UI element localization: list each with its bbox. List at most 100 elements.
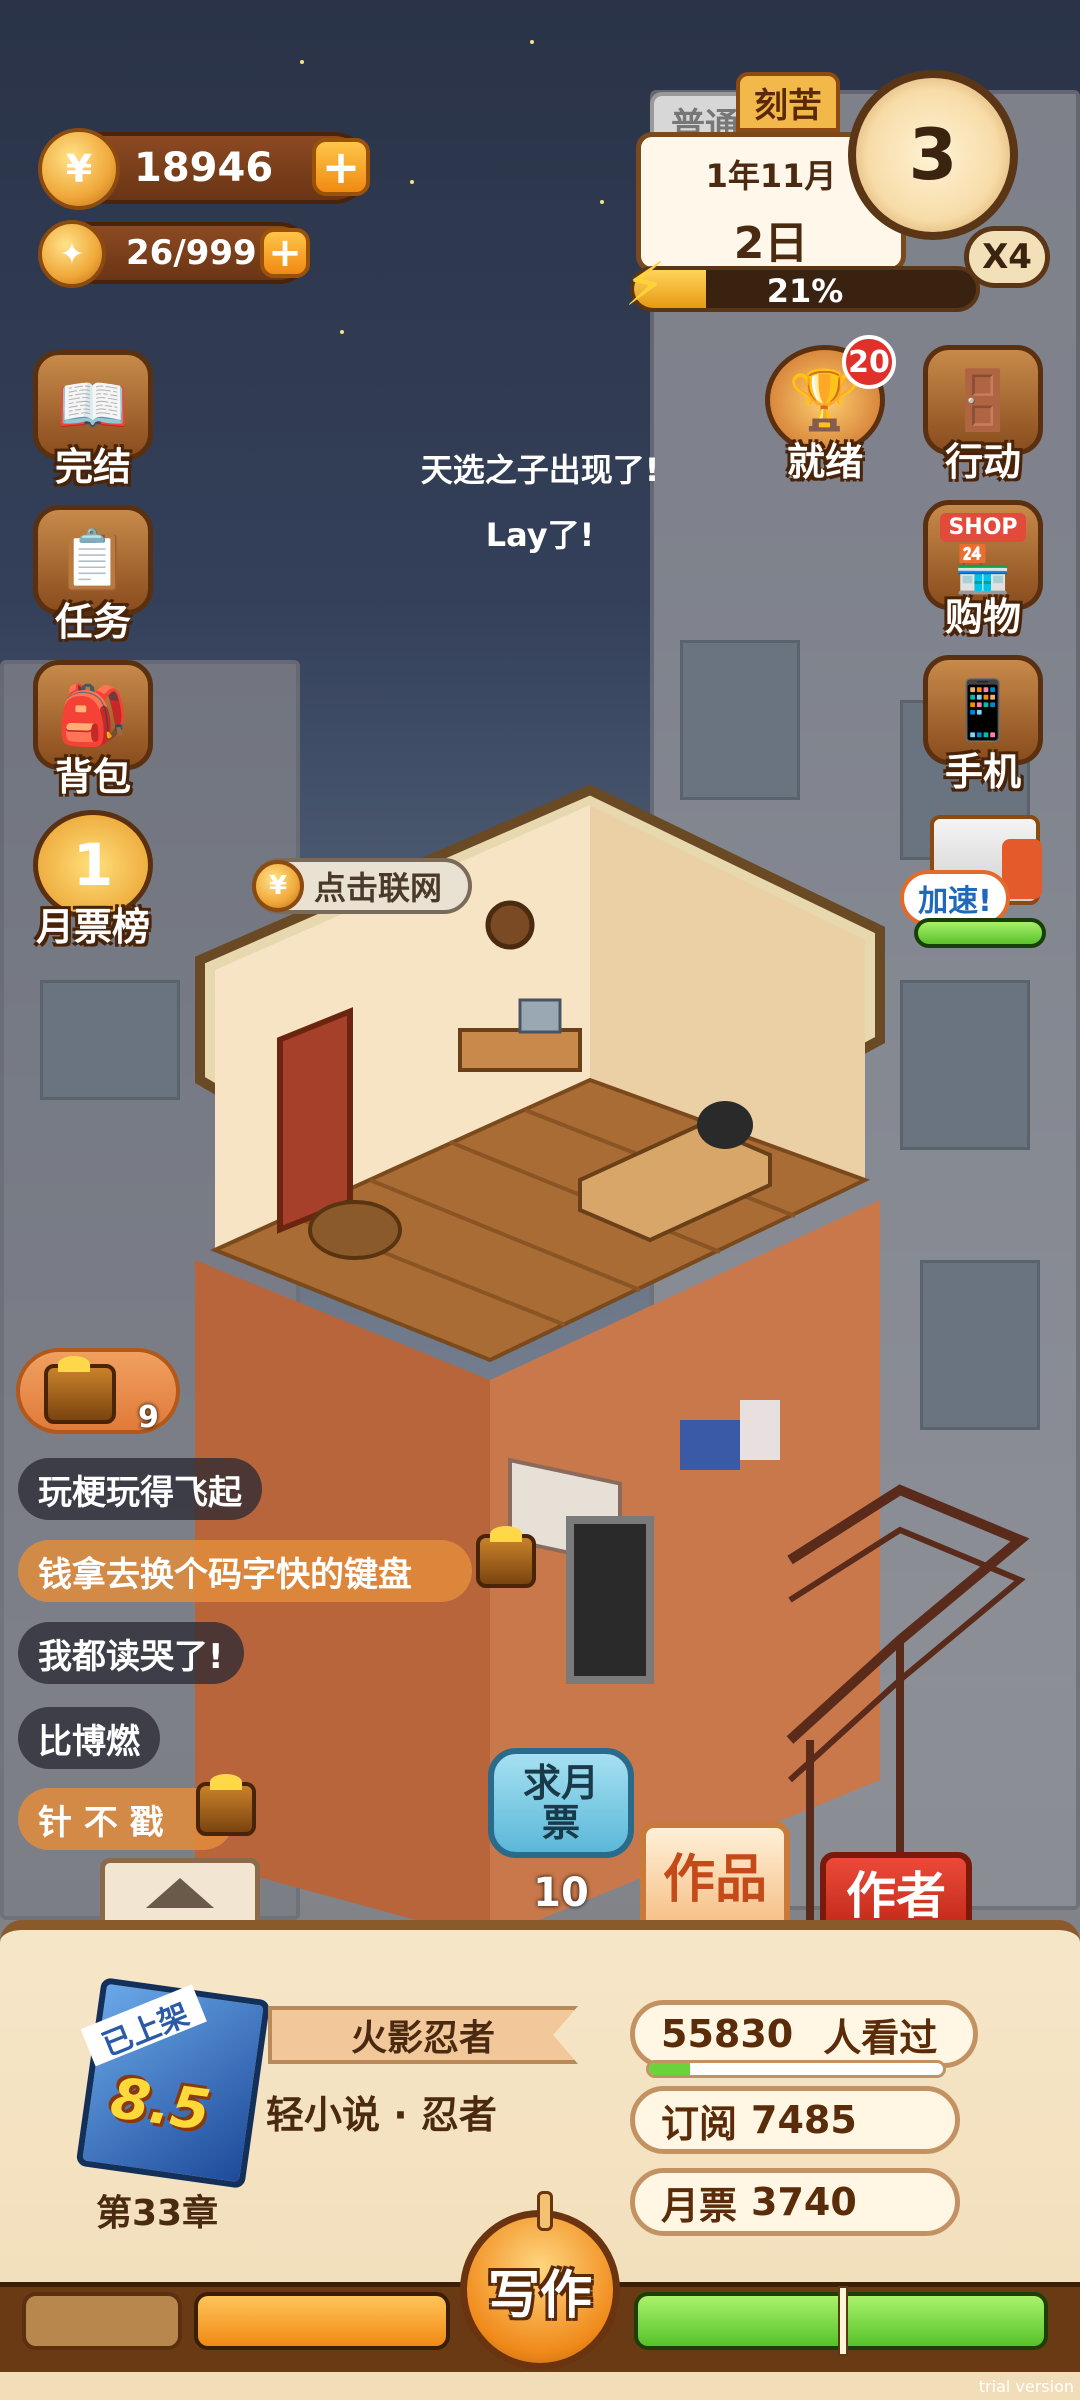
clock-value: 3 [908,114,958,196]
collapse-chat-button[interactable] [100,1858,260,1928]
request-vote-button[interactable]: 求月票 [488,1748,634,1858]
speed-multiplier-button[interactable]: X4 [964,226,1050,288]
coin-icon: ¥ [252,860,304,912]
menu-phone[interactable]: 📱 手机 [918,655,1048,795]
orange-progress-fill [198,2296,446,2346]
subscriptions-stat: 订阅 7485 [630,2086,960,2154]
speedup-progress-fill [918,922,1042,944]
add-inspiration-button[interactable]: + [260,228,310,278]
sky-star [340,330,344,334]
sky-star [600,200,604,204]
treasure-chest-icon [44,1356,116,1424]
lightning-icon: ⚡ [624,250,667,320]
progress-marker [838,2286,848,2356]
menu-monthly-ranking-label: 月票榜 [35,905,150,949]
building-window [40,980,180,1100]
building-window [900,980,1030,1150]
chat-message: 钱拿去换个码字快的键盘 [18,1540,472,1602]
monthly-votes-label: 月票 [661,2183,738,2228]
book-genre: 轻小说 · 忍者 [266,2093,497,2137]
connect-network-button[interactable]: ¥ 点击联网 [252,858,472,914]
menu-monthly-ranking[interactable]: 1 月票榜 [28,810,158,950]
write-button[interactable]: 写作 [460,2191,620,2370]
menu-action[interactable]: 🚪 行动 [918,345,1048,485]
subscriptions-label: 订阅 [661,2101,738,2146]
subscriptions-count: 7485 [751,2098,857,2142]
notification-badge: 20 [842,335,896,389]
building-window [680,640,800,800]
tab-hard-mode[interactable]: 刻苦 [736,72,840,132]
announcement-line2: Lay了! [485,516,595,554]
lightbulb-icon: ✦ [38,220,106,288]
sky-star [410,180,414,184]
sleeping-character-head [697,1101,753,1149]
monthly-votes-count: 3740 [751,2180,857,2224]
menu-backpack-label: 背包 [54,755,131,799]
menu-shop-label: 购物 [944,595,1021,639]
views-progress-fill [649,2063,691,2075]
monthly-votes-stat: 月票 3740 [630,2168,960,2236]
book-cover[interactable]: 已上架 8.5 [75,1977,271,2189]
orange-progress-bar [194,2292,450,2350]
wall-notice [680,1420,740,1470]
book-status-ribbon: 已上架 [80,1984,207,2067]
trial-watermark: trial version [978,2377,1074,2396]
book-title-ribbon: 火影忍者 [268,2006,578,2064]
vote-count: 10 [533,1870,589,1916]
inspiration-counter: ✦ 26/999 + [38,220,310,288]
chat-message-text: 针 不 戳 [38,1802,164,1843]
chat-message: 我都读哭了! [18,1622,244,1684]
slot-bar-empty [22,2292,182,2350]
stair-rail [787,1526,1026,1783]
views-progress [646,2060,946,2078]
tab-works[interactable]: 作品 [640,1822,790,1926]
day-clock-dial: 3 [848,70,1018,240]
chapter-label: 第33章 [96,2193,219,2234]
coin-icon: ¥ [38,128,120,210]
room-door [277,1007,353,1234]
pen-icon [537,2191,553,2231]
wall-notice [740,1400,780,1460]
treasure-chest-count: 9 [138,1400,159,1435]
coin-amount: 18946 [134,145,274,191]
round-window [485,900,535,950]
desk [458,1028,582,1072]
sky-star [300,60,304,64]
coin-counter: ¥ 18946 + [38,128,370,210]
menu-ready[interactable]: 🏆 20 就绪 [760,335,896,485]
write-button-label: 写作 [487,2265,592,2326]
treasure-chest-icon [196,1774,256,1836]
book-score: 8.5 [106,2065,215,2145]
chat-message: 玩梗玩得飞起 [18,1458,262,1520]
energy-percent: 21% [766,272,844,310]
announcement-line1: 天选之子出现了! [420,451,660,489]
views-stat: 55830 人看过 [630,2000,978,2068]
menu-tasks[interactable]: 📋 任务 [28,505,158,645]
treasure-chest-button[interactable]: 9 [16,1348,180,1435]
calendar-day: 2日 [733,218,809,269]
menu-completed-label: 完结 [54,445,131,489]
request-vote-label: 求月票 [522,1761,599,1845]
speedup-label: 加速! [918,884,992,919]
treasure-chest-icon [476,1526,536,1588]
green-progress-bar [634,2286,1048,2356]
energy-bar: 21% [630,266,980,312]
sky-star [530,40,534,44]
menu-phone-label: 手机 [944,750,1021,794]
views-count: 55830 [661,2012,794,2056]
add-coins-button[interactable]: + [312,138,370,196]
menu-completed[interactable]: 📖 完结 [28,350,158,490]
inspiration-amount: 26/999 [126,233,257,273]
laptop [518,998,562,1034]
chat-message-text: 钱拿去换个码字快的键盘 [38,1554,412,1595]
menu-backpack[interactable]: 🎒 背包 [28,660,158,800]
wall-window [566,1516,654,1684]
menu-shop[interactable]: SHOP 🏪 购物 [918,500,1048,640]
floor-rug [308,1200,402,1260]
shop-sign: SHOP [940,513,1026,542]
building-window [920,1260,1040,1430]
stair-rail [786,1484,1030,1744]
menu-ready-label: 就绪 [786,440,863,484]
medal-rank: 1 [72,831,114,899]
menu-tasks-label: 任务 [54,600,131,644]
